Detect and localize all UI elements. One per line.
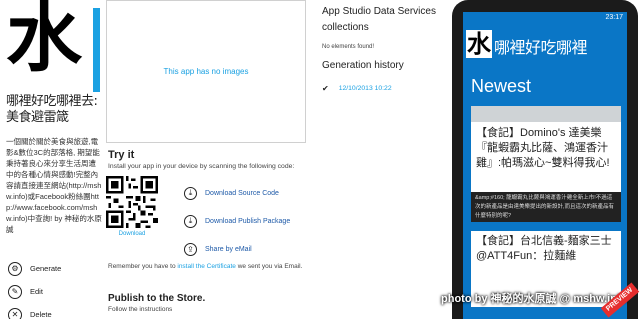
publish-heading: Publish to the Store.: [108, 293, 206, 304]
no-images-text: This app has no images: [163, 67, 249, 76]
app-actions: ⚙ Generate ✎ Edit ✕ Delete: [8, 257, 98, 319]
reminder-suffix: we sent you via Email.: [235, 263, 303, 270]
data-services-heading: App Studio Data Services collections: [322, 6, 436, 33]
download-source-code-label: Download Source Code: [205, 189, 279, 197]
publish-instructions: Follow the instructions: [108, 306, 173, 313]
generate-button[interactable]: ⚙ Generate: [8, 257, 98, 280]
download-publish-package-button[interactable]: ⤓ Download Publish Package: [184, 207, 304, 235]
phone-app-title: 哪裡好吃哪裡: [494, 38, 588, 57]
app-title: 哪裡好吃哪裡去:美食避雷箴: [6, 94, 98, 125]
generation-date: 12/10/2013 10:22: [338, 85, 392, 92]
generation-entry[interactable]: ✔ 12/10/2013 10:22: [322, 84, 392, 93]
share-by-email-label: Share by eMail: [205, 245, 252, 253]
download-icon: ⤓: [184, 214, 197, 228]
delete-button[interactable]: ✕ Delete: [8, 303, 98, 319]
app-description: 一個關於關於美食與旅遊,電影&數位3C的部落格, 期望能秉持著良心來分享生活周遭…: [6, 137, 102, 234]
logo-accent-bar: [93, 8, 100, 92]
certificate-reminder: Remember you have to install the Certifi…: [108, 262, 328, 272]
download-icon: ⤓: [184, 186, 197, 200]
generate-label: Generate: [30, 264, 62, 273]
phone-app-logo: 水: [466, 29, 492, 58]
edit-label: Edit: [30, 287, 43, 296]
generation-history-heading: Generation history: [322, 60, 404, 71]
photo-watermark: photo by 神秘的水原誠 @ mshw.info: [441, 293, 628, 305]
download-source-code-button[interactable]: ⤓ Download Source Code: [184, 179, 304, 207]
phone-section-title: Newest: [471, 76, 532, 96]
download-options: ⤓ Download Source Code ⤓ Download Publis…: [184, 179, 304, 263]
pencil-icon: ✎: [8, 284, 22, 299]
app-logo: 水: [6, 0, 100, 92]
download-publish-package-label: Download Publish Package: [205, 217, 291, 225]
qr-download-link[interactable]: Download: [106, 231, 158, 237]
phone-article-card[interactable]: 【食記】Domino's 達美樂『龍蝦霸丸比薩、鴻運香汁雞』:帕瑪滋心~雙料得我…: [471, 122, 621, 222]
app-info-panel: 水 哪裡好吃哪裡去:美食避雷箴 一個關於關於美食與旅遊,電影&數位3C的部落格,…: [0, 0, 102, 319]
share-icon: ⇪: [184, 242, 197, 256]
phone-status-time: 23:17: [605, 14, 623, 21]
try-it-heading: Try it: [108, 149, 135, 161]
reminder-prefix: Remember you have to: [108, 263, 178, 270]
gear-icon: ⚙: [8, 261, 22, 276]
app-images-box: This app has no images: [106, 0, 306, 143]
app-logo-char: 水: [6, 0, 82, 82]
trash-icon: ✕: [8, 307, 22, 319]
share-by-email-button[interactable]: ⇪ Share by eMail: [184, 235, 304, 263]
data-services-empty: No elements found!: [322, 44, 375, 50]
qr-code[interactable]: [106, 176, 158, 228]
install-certificate-link[interactable]: install the Certificate: [177, 263, 236, 270]
try-it-subtitle: Install your app in your device by scann…: [108, 163, 295, 170]
check-icon: ✔: [322, 84, 329, 93]
delete-label: Delete: [30, 310, 52, 319]
article-title: 【食記】Domino's 達美樂『龍蝦霸丸比薩、鴻運香汁雞』:帕瑪滋心~雙料得我…: [476, 127, 610, 169]
article-title: 【食記】台北信義-麵家三士@ATT4Fun：拉麵維: [476, 235, 612, 262]
article-excerpt: &amp;#160; 龍蝦霸丸比薩與鴻運香汁雞全新上市!不過這次的新產品是由達美…: [471, 192, 621, 222]
edit-button[interactable]: ✎ Edit: [8, 280, 98, 303]
